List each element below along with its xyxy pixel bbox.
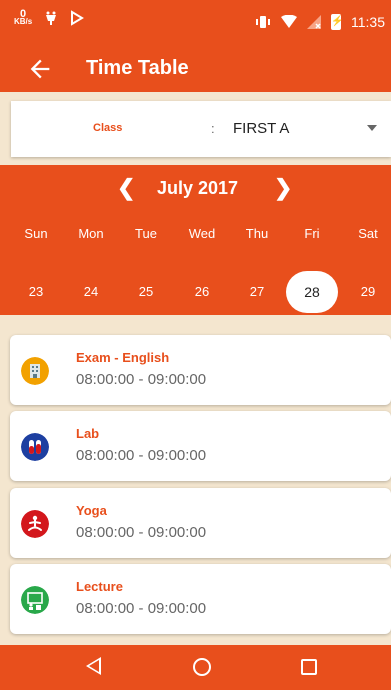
schedule-title: Lab xyxy=(76,426,100,441)
day-name-wed: Wed xyxy=(188,226,216,241)
calendar-week: ❮ July 2017 ❯ Sun Mon Tue Wed Thu Fri Sa… xyxy=(0,165,391,315)
month-label: July 2017 xyxy=(157,178,239,198)
net-speed-unit: KB/s xyxy=(14,17,33,26)
day-name-fri: Fri xyxy=(304,226,320,241)
date-cell[interactable]: 25 xyxy=(126,280,166,304)
arrow-left-icon[interactable] xyxy=(26,55,54,83)
chevron-left-icon[interactable]: ❮ xyxy=(117,175,135,201)
date-cell[interactable]: 24 xyxy=(71,280,111,304)
app-bar: Time Table xyxy=(0,46,391,92)
test-tubes-icon xyxy=(21,433,49,461)
page-title: Time Table xyxy=(86,57,189,79)
wifi-icon xyxy=(281,15,297,28)
class-label: Class xyxy=(93,122,123,134)
date-cell-selected[interactable]: 28 xyxy=(286,271,338,313)
battery-charging-icon xyxy=(331,14,341,30)
dropdown-caret-icon[interactable] xyxy=(367,125,377,131)
schedule-card-exam[interactable]: Exam - English 08:00:00 - 09:00:00 xyxy=(10,335,391,405)
schedule-card-lab[interactable]: Lab 08:00:00 - 09:00:00 xyxy=(10,411,391,481)
schedule-title: Lecture xyxy=(76,579,123,594)
class-value: FIRST A xyxy=(233,120,290,137)
day-name-tue: Tue xyxy=(135,226,157,241)
date-cell[interactable]: 26 xyxy=(182,280,222,304)
day-name-thu: Thu xyxy=(245,226,269,241)
day-name-sun: Sun xyxy=(24,226,48,241)
class-selector[interactable]: Class : FIRST A xyxy=(11,101,391,157)
date-cell[interactable]: 29 xyxy=(348,280,388,304)
schedule-time: 08:00:00 - 09:00:00 xyxy=(76,524,207,541)
notification-play-icon xyxy=(71,10,85,26)
date-cell[interactable]: 27 xyxy=(237,280,277,304)
schedule-card-lecture[interactable]: Lecture 08:00:00 - 09:00:00 xyxy=(10,564,391,634)
status-bar: 0 KB/s 11:35 xyxy=(0,0,391,46)
vibrate-icon xyxy=(256,16,270,28)
notification-app-icon xyxy=(46,11,57,25)
schedule-time: 08:00:00 - 09:00:00 xyxy=(76,600,207,617)
day-name-mon: Mon xyxy=(78,226,104,241)
building-icon xyxy=(21,357,49,385)
chevron-right-icon[interactable]: ❯ xyxy=(274,175,292,201)
date-cell[interactable]: 23 xyxy=(16,280,56,304)
system-nav-bar xyxy=(0,645,391,690)
nav-home-icon[interactable] xyxy=(193,658,211,676)
schedule-card-yoga[interactable]: Yoga 08:00:00 - 09:00:00 xyxy=(10,488,391,558)
status-time: 11:35 xyxy=(351,14,385,30)
schedule-time: 08:00:00 - 09:00:00 xyxy=(76,371,207,388)
status-left-icons: 0 KB/s xyxy=(14,9,85,26)
schedule-title: Exam - English xyxy=(76,350,170,365)
schedule-time: 08:00:00 - 09:00:00 xyxy=(76,447,207,464)
lecture-board-icon xyxy=(21,586,49,614)
day-name-sat: Sat xyxy=(358,226,378,241)
net-speed-indicator: 0 KB/s xyxy=(14,9,33,26)
class-colon: : xyxy=(211,121,215,136)
schedule-title: Yoga xyxy=(76,503,107,518)
yoga-icon xyxy=(21,510,49,538)
no-signal-icon xyxy=(307,15,321,29)
nav-back-icon[interactable] xyxy=(86,657,101,675)
status-right-icons: 11:35 xyxy=(255,14,385,30)
nav-recents-icon[interactable] xyxy=(301,659,317,675)
